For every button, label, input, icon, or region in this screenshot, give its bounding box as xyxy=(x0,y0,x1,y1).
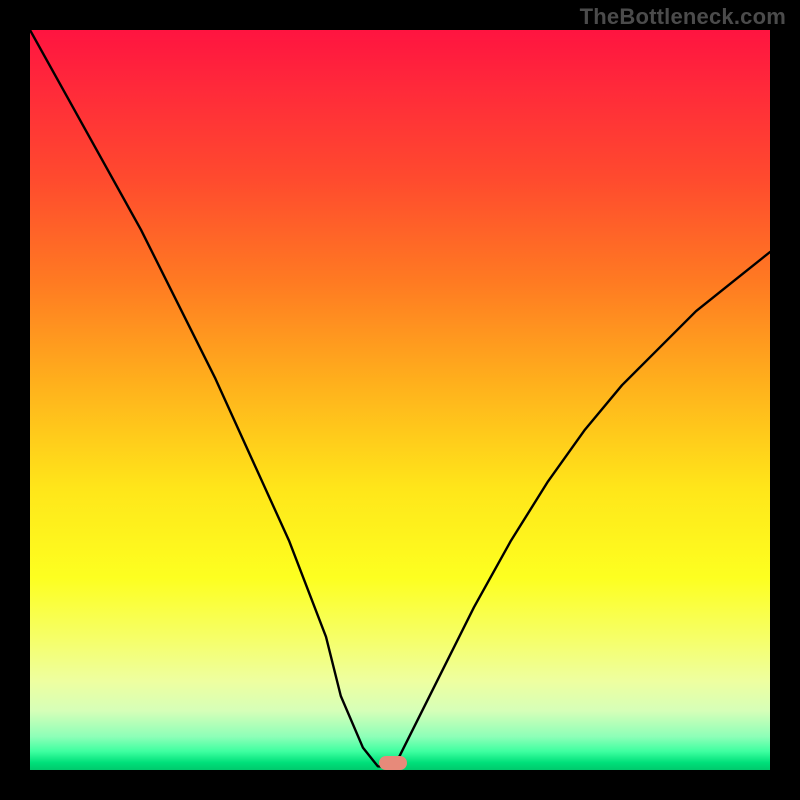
optimal-marker xyxy=(379,756,407,770)
bottleneck-curve xyxy=(30,30,770,770)
chart-frame: TheBottleneck.com xyxy=(0,0,800,800)
watermark-text: TheBottleneck.com xyxy=(580,4,786,30)
plot-area xyxy=(30,30,770,770)
curve-path xyxy=(30,30,770,768)
